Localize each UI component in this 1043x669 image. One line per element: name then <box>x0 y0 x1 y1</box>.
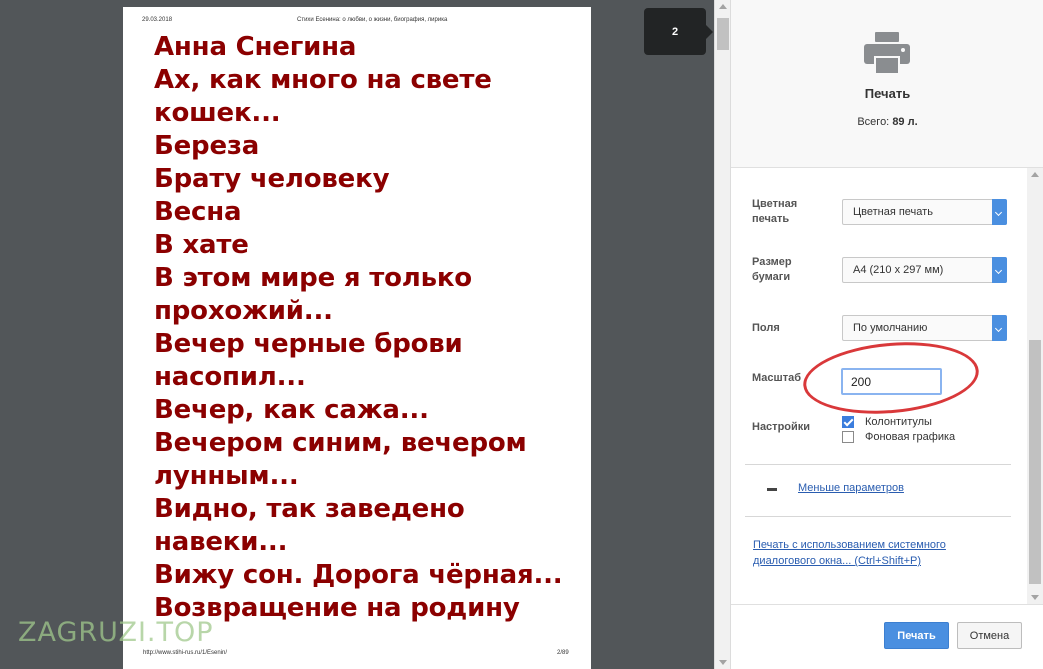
background-option[interactable]: Фоновая графика <box>842 431 955 443</box>
page-header-title: Стихи Есенина: о любви, о жизни, биограф… <box>297 17 448 23</box>
paper-size-label: Размер бумаги <box>752 256 792 283</box>
poem-title: кошек... <box>154 98 281 128</box>
page-footer-number: 2/89 <box>557 650 569 656</box>
scroll-up-icon[interactable] <box>719 4 727 9</box>
settings-scrollbar[interactable] <box>1027 168 1043 604</box>
sidebar-header: Печать Всего: 89 л. <box>731 0 1043 168</box>
poem-title: Вечером синим, вечером <box>154 428 527 458</box>
divider <box>745 516 1011 517</box>
printer-icon <box>864 32 910 74</box>
poem-list: Анна Снегина Ах, как много на свете коше… <box>154 31 584 625</box>
poem-title: Береза <box>154 131 260 161</box>
poem-title: Возвращение на родину <box>154 593 520 623</box>
dialog-footer: Печать Отмена <box>731 604 1043 669</box>
page-header-date: 29.03.2018 <box>142 17 173 23</box>
margins-label: Поля <box>752 322 780 334</box>
scale-label: Масштаб <box>752 372 802 384</box>
scale-input[interactable] <box>841 368 942 395</box>
print-button[interactable]: Печать <box>884 622 949 649</box>
cancel-button[interactable]: Отмена <box>957 622 1022 649</box>
paper-size-select[interactable]: A4 (210 x 297 мм) <box>842 257 1007 283</box>
poem-title: В хате <box>154 230 249 260</box>
poem-title: Видно, так заведено <box>154 494 465 524</box>
scroll-up-icon[interactable] <box>1031 172 1039 177</box>
headers-option-label: Колонтитулы <box>865 416 932 428</box>
headers-option[interactable]: Колонтитулы <box>842 416 932 428</box>
preview-page: 29.03.2018 Стихи Есенина: о любви, о жиз… <box>123 7 591 669</box>
margins-select[interactable]: По умолчанию <box>842 315 1007 341</box>
watermark-logo: ZAGRUZI.TOP <box>18 617 214 648</box>
poem-title: лунным... <box>154 461 299 491</box>
poem-title: Вечер черные брови <box>154 329 463 359</box>
chevron-down-icon <box>992 199 1007 225</box>
badge-arrow-icon <box>706 25 713 39</box>
scroll-down-icon[interactable] <box>1031 595 1039 600</box>
poem-title: навеки... <box>154 527 288 557</box>
poem-title: Весна <box>154 197 242 227</box>
poem-title: Анна Снегина <box>154 32 357 62</box>
settings-label: Настройки <box>752 421 811 433</box>
chevron-down-icon <box>992 257 1007 283</box>
margins-value: По умолчанию <box>853 322 928 334</box>
poem-title: В этом мире я только <box>154 263 472 293</box>
divider <box>745 464 1011 465</box>
system-dialog-link[interactable]: Печать с использованием системного диало… <box>753 537 993 569</box>
total-sheets: Всего: 89 л. <box>731 116 1043 128</box>
poem-title: Вечер, как сажа... <box>154 395 429 425</box>
settings-scroll-thumb[interactable] <box>1029 340 1041 584</box>
poem-title: насопил... <box>154 362 306 392</box>
total-label: Всего: <box>857 116 890 128</box>
chevron-down-icon <box>992 315 1007 341</box>
preview-scrollbar[interactable] <box>714 0 730 669</box>
dialog-title: Печать <box>864 86 911 101</box>
poem-title: прохожий... <box>154 296 333 326</box>
less-settings-link[interactable]: Меньше параметров <box>798 482 904 494</box>
preview-scroll-thumb[interactable] <box>717 18 729 50</box>
color-label: Цветная печать <box>752 198 798 225</box>
scroll-down-icon[interactable] <box>719 660 727 665</box>
color-select[interactable]: Цветная печать <box>842 199 1007 225</box>
poem-title: Ах, как много на свете <box>154 65 492 95</box>
poem-title: Брату человеку <box>154 164 390 194</box>
page-number-badge: 2 <box>644 8 706 55</box>
minus-icon[interactable] <box>767 488 777 491</box>
headers-checkbox[interactable] <box>842 416 854 428</box>
print-preview-area: 29.03.2018 Стихи Есенина: о любви, о жиз… <box>0 0 714 669</box>
color-select-value: Цветная печать <box>853 206 933 218</box>
background-checkbox[interactable] <box>842 431 854 443</box>
poem-title: Вижу сон. Дорога чёрная... <box>154 560 563 590</box>
background-option-label: Фоновая графика <box>865 431 956 443</box>
page-footer-url: http://www.stihi-rus.ru/1/Esenin/ <box>143 650 228 656</box>
paper-size-value: A4 (210 x 297 мм) <box>853 264 944 276</box>
print-settings-sidebar: Печать Всего: 89 л. Цветная печать Цветн… <box>730 0 1043 669</box>
total-value: 89 л. <box>892 116 918 128</box>
